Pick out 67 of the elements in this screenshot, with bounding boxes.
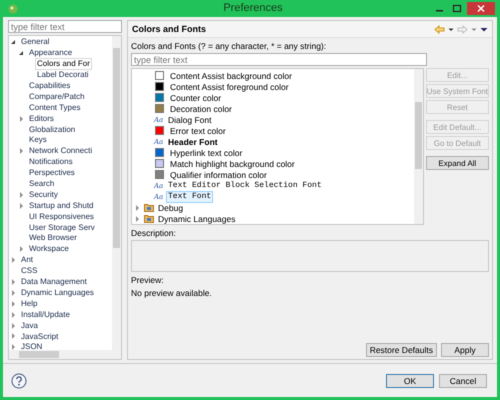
tree-item[interactable]: JavaScript bbox=[19, 330, 60, 342]
list-item[interactable]: Content Assist foreground color bbox=[168, 80, 291, 92]
preview-text: No preview available. bbox=[131, 288, 213, 299]
tree-item[interactable]: Dynamic Languages bbox=[19, 286, 96, 299]
list-item[interactable]: Text Editor Block Selection Font bbox=[166, 180, 324, 192]
list-item[interactable]: Header Font bbox=[166, 136, 220, 148]
scrollbar[interactable] bbox=[112, 36, 121, 350]
tree-item[interactable]: Capabilities bbox=[27, 80, 72, 92]
folder-icon bbox=[144, 214, 154, 223]
tree-item[interactable]: Search bbox=[27, 178, 56, 190]
list-item[interactable]: Qualifier information color bbox=[168, 168, 269, 180]
tree-item[interactable]: CSS bbox=[19, 265, 40, 278]
tree-item[interactable]: Workspace bbox=[27, 243, 71, 256]
tree-item[interactable]: Keys bbox=[27, 134, 49, 146]
tree-item[interactable]: Web Browser bbox=[27, 232, 79, 244]
description-label: Description: bbox=[131, 228, 177, 239]
restore-defaults-button[interactable]: Restore Defaults bbox=[366, 343, 437, 357]
tree-item[interactable]: Data Management bbox=[19, 276, 89, 288]
collapse-icon[interactable] bbox=[10, 38, 18, 46]
close-icon[interactable] bbox=[467, 2, 495, 15]
tree-item[interactable]: Content Types bbox=[27, 102, 82, 114]
tree-item[interactable]: Startup and Shutd bbox=[27, 200, 96, 212]
tree-item[interactable]: Network Connecti bbox=[27, 145, 94, 158]
tree-item[interactable]: Globalization bbox=[27, 124, 78, 136]
page-title: Colors and Fonts bbox=[132, 24, 206, 34]
scrollbar[interactable] bbox=[414, 69, 423, 224]
list-item[interactable]: Dialog Font bbox=[166, 114, 214, 126]
tree-item[interactable]: Appearance bbox=[27, 47, 74, 60]
preview-label: Preview: bbox=[131, 275, 165, 286]
filter-field[interactable]: type filter text bbox=[131, 53, 427, 66]
ok-button[interactable]: OK bbox=[386, 374, 434, 388]
list-item[interactable]: Match highlight background color bbox=[168, 158, 297, 170]
tree-item[interactable]: JSON bbox=[19, 341, 44, 350]
cancel-button[interactable]: Cancel bbox=[439, 374, 487, 388]
maximize-icon[interactable] bbox=[450, 3, 464, 14]
tree-item[interactable]: General bbox=[19, 36, 52, 48]
list-item[interactable]: Decoration color bbox=[168, 102, 234, 114]
tree-item[interactable]: Perspectives bbox=[27, 167, 77, 180]
help-icon[interactable] bbox=[11, 372, 27, 388]
tree-item[interactable]: Colors and For bbox=[35, 58, 92, 70]
list-item[interactable]: Counter color bbox=[168, 92, 224, 104]
folder-icon bbox=[144, 203, 154, 212]
tree-item[interactable]: Help bbox=[19, 298, 40, 310]
tree-item[interactable]: Install/Update bbox=[19, 308, 72, 321]
tree-item[interactable]: Java bbox=[19, 320, 40, 332]
filter-label: Colors and Fonts (? = any character, * = any string): bbox=[131, 41, 328, 52]
tree-item[interactable]: Label Decorati bbox=[35, 69, 91, 82]
tree-item[interactable]: Ant bbox=[19, 254, 36, 266]
tree-item[interactable]: Editors bbox=[27, 112, 56, 125]
tree-item[interactable]: Security bbox=[27, 188, 60, 201]
list-item[interactable]: Debug bbox=[156, 202, 186, 214]
app-icon bbox=[8, 4, 18, 14]
filter-field[interactable]: type filter text bbox=[8, 20, 122, 33]
scrollbar[interactable] bbox=[9, 350, 121, 359]
window-title: Preferences bbox=[222, 2, 284, 14]
side-button[interactable]: Expand All bbox=[426, 156, 489, 170]
list-item[interactable]: Content Assist background color bbox=[168, 70, 294, 82]
list-item[interactable]: Error text color bbox=[168, 124, 228, 136]
tree-item[interactable]: UI Responsivenes bbox=[27, 210, 96, 223]
list-item[interactable]: Dynamic Languages bbox=[156, 212, 238, 224]
apply-button[interactable]: Apply bbox=[441, 343, 489, 357]
tree-item[interactable]: Compare/Patch bbox=[27, 90, 87, 103]
list-item[interactable]: Text Font bbox=[166, 190, 214, 202]
list-item[interactable]: Hyperlink text color bbox=[168, 146, 244, 158]
collapse-icon[interactable] bbox=[18, 49, 26, 58]
tree-item[interactable]: Notifications bbox=[27, 156, 75, 168]
tree-item[interactable]: User Storage Serv bbox=[27, 222, 97, 234]
